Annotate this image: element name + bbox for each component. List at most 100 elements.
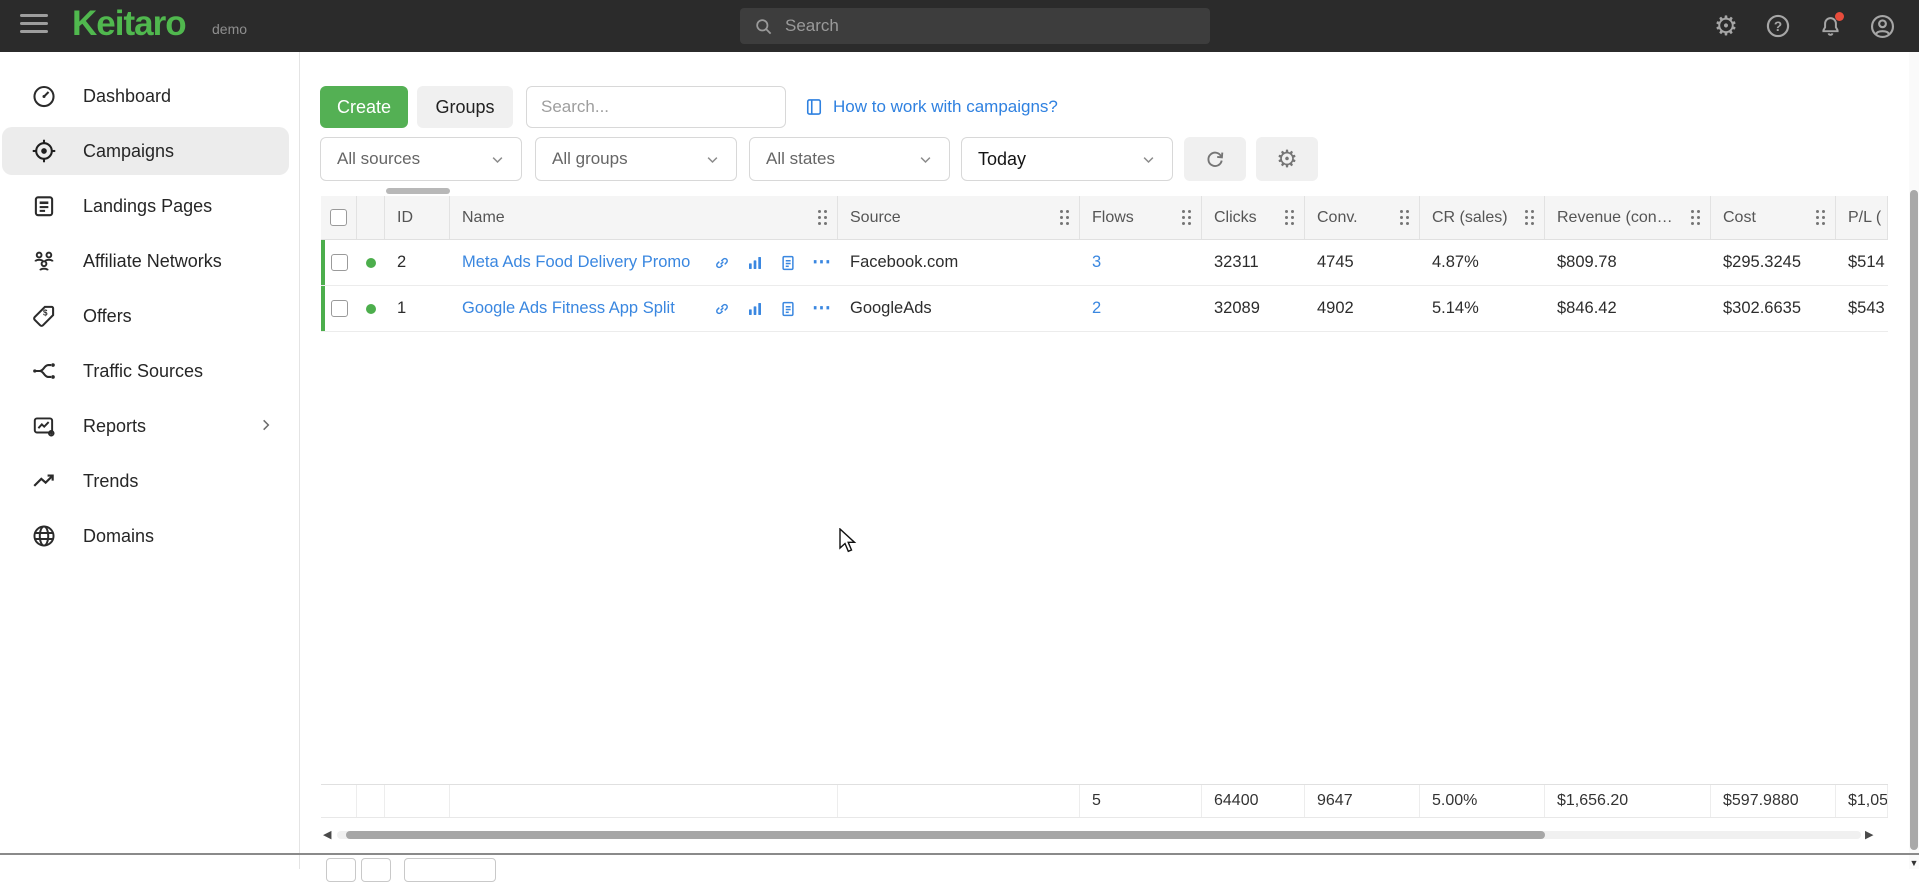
sidebar-item-reports[interactable]: Reports [2, 402, 289, 450]
row-checkbox[interactable] [331, 254, 348, 271]
column-header-id[interactable]: ID [385, 196, 450, 239]
more-actions-icon[interactable]: ⋯ [812, 251, 832, 274]
notifications-bell-icon[interactable] [1815, 11, 1845, 41]
campaign-name-link[interactable]: Google Ads Fitness App Split [462, 299, 675, 318]
cell-clicks: 32311 [1202, 240, 1305, 285]
drag-handle-icon[interactable] [1285, 210, 1295, 226]
sidebar-item-offers[interactable]: $ Offers [2, 292, 289, 340]
column-header-name[interactable]: Name [450, 196, 838, 239]
campaign-search-input[interactable] [526, 86, 786, 128]
sidebar-item-campaigns[interactable]: Campaigns [2, 127, 289, 175]
per-page-select[interactable] [404, 858, 496, 882]
topbar: Keitaro demo ⚙ ? [0, 0, 1919, 52]
vscroll-down-arrow[interactable]: ▼ [1909, 858, 1919, 868]
total-clicks: 64400 [1202, 785, 1305, 817]
select-all-checkbox[interactable] [330, 209, 347, 226]
chevron-down-icon [1141, 152, 1156, 167]
column-header-source[interactable]: Source [838, 196, 1080, 239]
sidebar-item-label: Traffic Sources [83, 361, 203, 382]
column-header-flows[interactable]: Flows [1080, 196, 1202, 239]
sidebar-item-dashboard[interactable]: Dashboard [2, 72, 289, 120]
notes-icon[interactable] [779, 254, 797, 272]
settings-gear-icon[interactable]: ⚙ [1711, 11, 1741, 41]
more-actions-icon[interactable]: ⋯ [812, 297, 832, 320]
cell-revenue: $809.78 [1545, 240, 1711, 285]
row-checkbox[interactable] [331, 300, 348, 317]
landings-pages-icon [30, 193, 57, 220]
column-header-clicks[interactable]: Clicks [1202, 196, 1305, 239]
hscroll-left-arrow[interactable]: ◀ [323, 828, 331, 842]
column-header-cr[interactable]: CR (sales) [1420, 196, 1545, 239]
stats-chart-icon[interactable] [746, 300, 764, 318]
hscroll-right-arrow[interactable]: ▶ [1865, 828, 1873, 842]
filter-daterange-dropdown[interactable]: Today [961, 137, 1173, 181]
env-label: demo [212, 21, 247, 37]
status-dot [366, 258, 376, 268]
create-button[interactable]: Create [320, 86, 408, 128]
table-settings-button[interactable]: ⚙ [1256, 137, 1318, 181]
column-header-conv[interactable]: Conv. [1305, 196, 1420, 239]
notes-icon[interactable] [779, 300, 797, 318]
account-icon[interactable] [1867, 11, 1897, 41]
help-campaigns-link[interactable]: How to work with campaigns? [804, 86, 1058, 128]
sidebar-item-traffic-sources[interactable]: Traffic Sources [2, 347, 289, 395]
hscroll-thumb[interactable] [346, 831, 1545, 839]
table-header: ID Name Source Flows Clicks Conv. CR (sa… [321, 196, 1888, 240]
vscroll-thumb[interactable] [1910, 190, 1918, 850]
flows-count-link[interactable]: 2 [1092, 299, 1101, 318]
drag-handle-icon[interactable] [818, 210, 828, 226]
drag-handle-icon[interactable] [1400, 210, 1410, 226]
sidebar-item-label: Trends [83, 471, 138, 492]
table-row: 2 Meta Ads Food Delivery Promo ⋯ Faceboo… [321, 240, 1888, 286]
pager-button[interactable] [361, 858, 391, 882]
link-icon[interactable] [713, 300, 731, 318]
filter-groups-dropdown[interactable]: All groups [535, 137, 737, 181]
trends-icon [30, 468, 57, 495]
table-top-scrollbar-thumb[interactable] [386, 188, 450, 194]
sidebar-item-landings[interactable]: Landings Pages [2, 182, 289, 230]
sidebar-item-label: Domains [83, 526, 154, 547]
sidebar-item-domains[interactable]: Domains [2, 512, 289, 560]
total-cost: $597.9880 [1711, 785, 1836, 817]
menu-icon[interactable] [20, 14, 48, 38]
filter-sources-dropdown[interactable]: All sources [320, 137, 522, 181]
filter-states-dropdown[interactable]: All states [749, 137, 950, 181]
bottom-divider [0, 853, 1919, 855]
svg-text:$: $ [43, 308, 48, 317]
groups-button[interactable]: Groups [417, 86, 513, 128]
total-flows: 5 [1080, 785, 1202, 817]
sidebar-item-affiliate-networks[interactable]: Affiliate Networks [2, 237, 289, 285]
cell-id: 2 [385, 240, 450, 285]
drag-handle-icon[interactable] [1816, 210, 1826, 226]
chevron-down-icon [918, 152, 933, 167]
campaign-name-link[interactable]: Meta Ads Food Delivery Promo [462, 253, 690, 272]
app-logo[interactable]: Keitaro [72, 4, 186, 44]
column-header-revenue[interactable]: Revenue (con… [1545, 196, 1711, 239]
help-icon[interactable]: ? [1763, 11, 1793, 41]
pager-button[interactable] [326, 858, 356, 882]
main-content: Create Groups How to work with campaigns… [300, 52, 1919, 869]
cell-cost: $302.6635 [1711, 286, 1836, 331]
flows-count-link[interactable]: 3 [1092, 253, 1101, 272]
sidebar-item-trends[interactable]: Trends [2, 457, 289, 505]
column-header-cost[interactable]: Cost [1711, 196, 1836, 239]
drag-handle-icon[interactable] [1691, 210, 1701, 226]
global-search[interactable] [740, 8, 1210, 44]
column-header-pl[interactable]: P/L ( [1836, 196, 1888, 239]
refresh-button[interactable] [1184, 137, 1246, 181]
cell-clicks: 32089 [1202, 286, 1305, 331]
drag-handle-icon[interactable] [1060, 210, 1070, 226]
stats-chart-icon[interactable] [746, 254, 764, 272]
notification-badge [1835, 12, 1844, 21]
drag-handle-icon[interactable] [1182, 210, 1192, 226]
link-icon[interactable] [713, 254, 731, 272]
sidebar-item-label: Offers [83, 306, 132, 327]
chevron-down-icon [705, 152, 720, 167]
dashboard-icon [30, 83, 57, 110]
cell-cr: 5.14% [1420, 286, 1545, 331]
campaigns-target-icon [30, 138, 57, 165]
drag-handle-icon[interactable] [1525, 210, 1535, 226]
global-search-input[interactable] [785, 16, 1210, 36]
traffic-sources-icon [30, 358, 57, 385]
total-conv: 9647 [1305, 785, 1420, 817]
